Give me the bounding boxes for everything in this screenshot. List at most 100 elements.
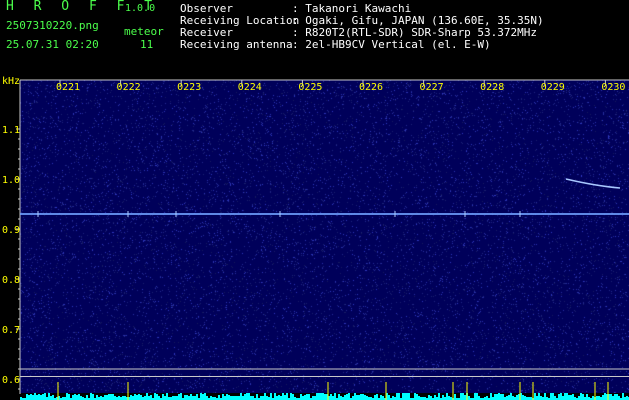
level-bar — [508, 395, 510, 400]
level-bar — [32, 395, 34, 400]
y-tick-label: 0.9 — [2, 225, 20, 236]
level-bar — [552, 393, 554, 400]
level-bar — [550, 393, 552, 400]
level-bar — [172, 396, 174, 400]
x-tick-label: 0228 — [480, 82, 504, 93]
level-bar — [348, 393, 350, 400]
level-bar — [290, 393, 292, 400]
level-bar — [200, 393, 202, 400]
spectrogram-overlay: 1.1 1.0 0.9 0.8 0.7 0.6 kHz 0221 0222 0223 0224 022… — [2, 76, 629, 400]
level-bar — [178, 394, 180, 400]
level-bar — [462, 393, 464, 400]
level-bar — [356, 395, 358, 400]
level-bar — [176, 396, 178, 400]
level-bar — [572, 394, 574, 400]
level-bar — [312, 396, 314, 400]
level-bar — [534, 393, 536, 400]
level-bar — [474, 393, 476, 400]
level-bar — [166, 393, 168, 400]
level-bar — [604, 393, 606, 400]
level-bar — [506, 396, 508, 400]
level-bar — [68, 394, 70, 400]
level-bar — [234, 396, 236, 400]
level-bar — [50, 396, 52, 400]
level-bar — [276, 396, 278, 400]
y-tick-label: 0.6 — [2, 375, 20, 386]
level-bar — [418, 396, 420, 400]
level-bar — [248, 393, 250, 400]
level-bar — [110, 394, 112, 400]
y-tick-label: 0.7 — [2, 325, 20, 336]
meteor-trail — [565, 178, 621, 189]
level-bar — [118, 396, 120, 400]
level-bar — [464, 395, 466, 400]
y-tick-label: 1.1 — [2, 125, 20, 136]
x-tick-label: 0223 — [177, 82, 201, 93]
level-bar — [192, 396, 194, 400]
level-bar — [618, 396, 620, 400]
x-tick-label: 0224 — [238, 82, 262, 93]
level-bar — [218, 395, 220, 400]
level-bar — [204, 393, 206, 400]
level-bar — [100, 396, 102, 400]
level-bar — [148, 396, 150, 400]
filename: 2507310220.png — [6, 19, 99, 32]
level-bar — [224, 396, 226, 400]
level-bar — [332, 396, 334, 400]
level-bar — [140, 395, 142, 400]
x-tick-label: 0225 — [298, 82, 322, 93]
level-bar — [48, 393, 50, 400]
datetime: 25.07.31 02:20 — [6, 38, 99, 51]
level-bar — [570, 395, 572, 400]
level-bar — [96, 395, 98, 400]
level-bar — [454, 394, 456, 400]
level-bar — [66, 393, 68, 400]
header-panel: H R O F F T 1.0.0 2507310220.png 25.07.3… — [0, 0, 629, 76]
level-bar — [162, 394, 164, 400]
level-bar — [524, 396, 526, 400]
level-bar — [322, 393, 324, 400]
level-bar — [106, 395, 108, 400]
level-bar — [430, 396, 432, 400]
level-bar — [174, 396, 176, 400]
level-bar — [438, 393, 440, 400]
level-bar — [406, 393, 408, 400]
level-bar — [42, 394, 44, 400]
level-bar — [404, 393, 406, 400]
meteor-label: meteor — [124, 25, 164, 38]
level-bar — [250, 396, 252, 400]
level-bar — [308, 394, 310, 400]
level-bar — [564, 393, 566, 400]
level-bar — [448, 396, 450, 400]
level-bar — [494, 394, 496, 400]
level-bar — [610, 394, 612, 400]
level-bar — [354, 393, 356, 400]
level-bar — [286, 393, 288, 400]
level-bar — [26, 394, 28, 400]
level-bar — [338, 394, 340, 400]
level-bar — [366, 396, 368, 400]
level-bar — [206, 396, 208, 400]
level-bar — [138, 394, 140, 400]
app-version: 1.0.0 — [125, 3, 156, 14]
level-bar — [246, 393, 248, 400]
x-tick-label: 0229 — [541, 82, 565, 93]
level-bar — [536, 396, 538, 400]
level-bar — [408, 393, 410, 400]
level-bar — [376, 394, 378, 400]
level-bar — [136, 395, 138, 400]
level-bar — [134, 394, 136, 400]
level-bar — [468, 396, 470, 400]
level-bar — [284, 395, 286, 400]
level-bar — [540, 396, 542, 400]
level-bar — [382, 396, 384, 400]
level-bar — [360, 394, 362, 400]
level-bar — [282, 393, 284, 400]
y-tick-label: 1.0 — [2, 175, 20, 186]
antenna-label: Receiving antenna — [180, 38, 293, 51]
level-bar — [180, 393, 182, 400]
level-bar — [40, 395, 42, 400]
level-bar — [538, 393, 540, 400]
level-bar — [582, 394, 584, 400]
level-bar — [122, 396, 124, 400]
